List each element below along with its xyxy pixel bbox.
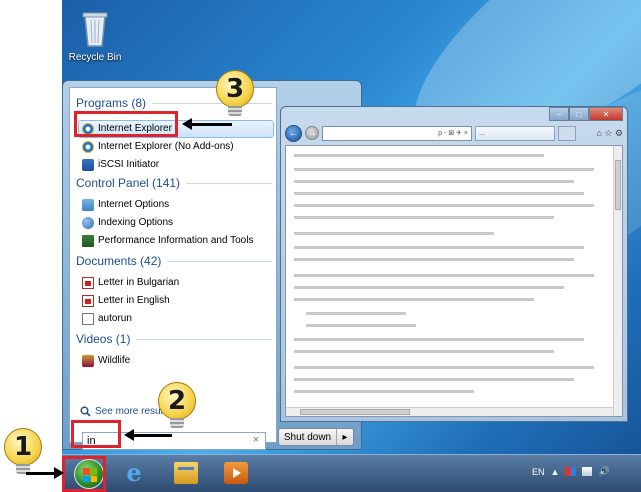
recycle-bin-label: Recycle Bin bbox=[68, 52, 122, 63]
result-label: Wildlife bbox=[98, 355, 131, 366]
shutdown-button[interactable]: Shut down ▸ bbox=[278, 428, 354, 446]
pdf-file-icon bbox=[82, 294, 94, 307]
ie-toolbar: ← → ρ - ⊠ ✈ × ... ⌂ ☆ ⚙ bbox=[285, 123, 623, 143]
language-indicator[interactable]: EN bbox=[532, 467, 545, 477]
arrow-to-internet-explorer bbox=[182, 118, 232, 130]
maximize-button[interactable]: □ bbox=[569, 107, 589, 121]
see-more-results-link[interactable]: See more results bbox=[80, 406, 171, 417]
forward-arrow-icon[interactable]: → bbox=[305, 126, 319, 140]
group-documents[interactable]: Documents (42) bbox=[76, 254, 272, 268]
result-internet-explorer-no-addons[interactable]: Internet Explorer (No Add-ons) bbox=[82, 138, 234, 155]
lightbulb-icon: 3 bbox=[216, 70, 254, 108]
internet-explorer-icon bbox=[82, 140, 94, 153]
home-favorites-tools-icons[interactable]: ⌂ ☆ ⚙ bbox=[596, 128, 623, 139]
action-center-flag-icon[interactable] bbox=[565, 467, 577, 476]
internet-explorer-preview-window: – □ ✕ ← → ρ - ⊠ ✈ × ... ⌂ ☆ ⚙ bbox=[280, 106, 628, 422]
close-button[interactable]: ✕ bbox=[589, 107, 623, 121]
callout-step-1: 1 bbox=[4, 428, 42, 474]
result-label: autorun bbox=[98, 313, 132, 324]
group-heading: Documents (42) bbox=[76, 254, 162, 268]
show-hidden-icons-arrow-icon[interactable]: ▲ bbox=[551, 467, 560, 477]
web-page-content bbox=[285, 145, 623, 417]
shutdown-options-arrow-icon[interactable]: ▸ bbox=[337, 429, 353, 445]
result-indexing-options[interactable]: Indexing Options bbox=[82, 214, 173, 231]
group-heading: Videos (1) bbox=[76, 332, 131, 346]
minimize-button[interactable]: – bbox=[549, 107, 569, 121]
address-tools-icons[interactable]: ρ - ⊠ ✈ × bbox=[438, 129, 468, 137]
taskbar-explorer-folder-icon[interactable] bbox=[174, 462, 198, 484]
group-control-panel[interactable]: Control Panel (141) bbox=[76, 176, 272, 190]
clear-search-icon[interactable]: × bbox=[253, 434, 259, 446]
tab-title: ... bbox=[479, 129, 485, 137]
result-performance-information[interactable]: Performance Information and Tools bbox=[82, 232, 253, 249]
result-label: Internet Explorer (No Add-ons) bbox=[98, 141, 234, 152]
taskbar-internet-explorer-icon[interactable]: e bbox=[122, 461, 146, 485]
volume-icon[interactable]: 🔊 bbox=[598, 466, 609, 477]
taskbar-media-player-icon[interactable] bbox=[224, 462, 248, 484]
result-letter-bulgarian[interactable]: Letter in Bulgarian bbox=[82, 274, 179, 291]
horizontal-scrollbar[interactable] bbox=[286, 407, 613, 416]
callout-step-3: 3 bbox=[216, 70, 254, 116]
result-internet-options[interactable]: Internet Options bbox=[82, 196, 169, 213]
back-arrow-icon[interactable]: ← bbox=[285, 124, 302, 142]
window-caption-buttons: – □ ✕ bbox=[549, 107, 623, 121]
lightbulb-icon: 2 bbox=[158, 382, 196, 420]
system-tray: EN ▲ 🔊 bbox=[532, 466, 610, 477]
result-label: iSCSI Initiator bbox=[98, 159, 160, 170]
browser-tab-active[interactable]: ... bbox=[475, 125, 555, 141]
arrow-to-search bbox=[124, 429, 172, 441]
file-icon bbox=[82, 312, 94, 325]
group-videos[interactable]: Videos (1) bbox=[76, 332, 272, 346]
address-bar[interactable]: ρ - ⊠ ✈ × bbox=[322, 125, 472, 141]
pdf-file-icon bbox=[82, 276, 94, 289]
lightbulb-icon: 1 bbox=[4, 428, 42, 466]
recycle-bin-icon bbox=[80, 10, 110, 48]
highlight-box-search bbox=[71, 420, 121, 448]
result-wildlife[interactable]: Wildlife bbox=[82, 352, 130, 369]
result-label: Performance Information and Tools bbox=[98, 235, 254, 246]
result-label: Indexing Options bbox=[98, 217, 174, 228]
indexing-options-icon bbox=[82, 216, 94, 229]
result-label: Letter in Bulgarian bbox=[98, 277, 180, 288]
group-heading: Control Panel (141) bbox=[76, 176, 181, 190]
new-tab-button[interactable] bbox=[558, 125, 576, 141]
internet-options-icon bbox=[82, 198, 94, 211]
group-heading: Programs (8) bbox=[76, 96, 147, 110]
video-icon bbox=[82, 354, 94, 367]
highlight-box-internet-explorer bbox=[74, 111, 178, 137]
arrow-to-start bbox=[26, 467, 64, 479]
result-iscsi-initiator[interactable]: iSCSI Initiator bbox=[82, 156, 159, 173]
performance-icon bbox=[82, 234, 94, 247]
highlight-box-start bbox=[62, 456, 106, 492]
network-icon[interactable] bbox=[582, 467, 593, 476]
result-label: Internet Options bbox=[98, 199, 170, 210]
iscsi-icon bbox=[82, 158, 94, 171]
recycle-bin[interactable]: Recycle Bin bbox=[62, 10, 128, 63]
callout-step-2: 2 bbox=[158, 382, 196, 428]
result-autorun[interactable]: autorun bbox=[82, 310, 132, 327]
result-label: Letter in English bbox=[98, 295, 170, 306]
search-icon bbox=[80, 406, 91, 417]
shutdown-label: Shut down bbox=[279, 429, 337, 445]
vertical-scrollbar[interactable] bbox=[613, 146, 622, 416]
result-letter-english[interactable]: Letter in English bbox=[82, 292, 170, 309]
